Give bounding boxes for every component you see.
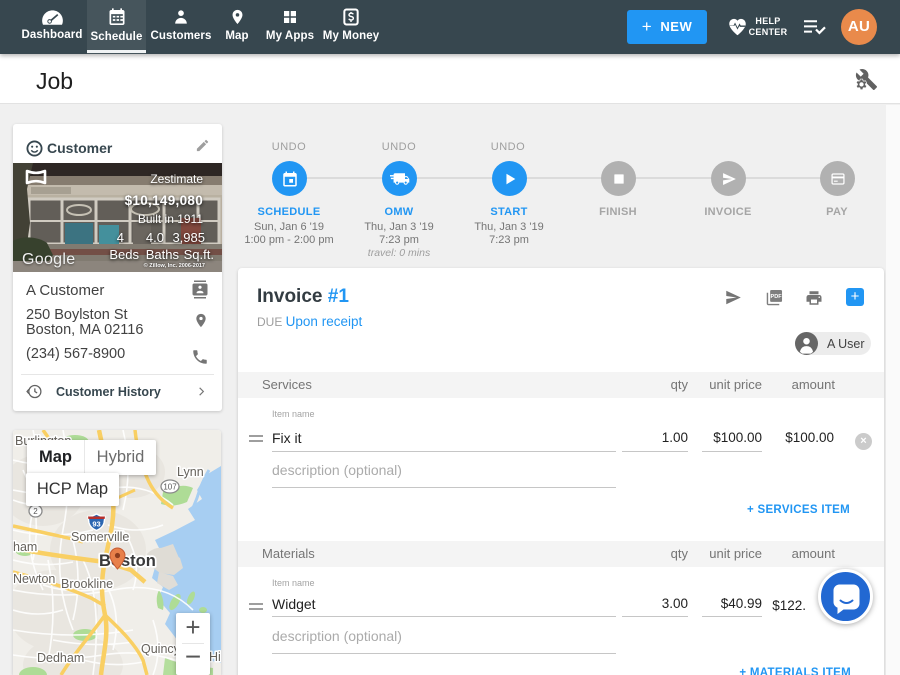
svg-text:Brookline: Brookline <box>61 577 113 591</box>
svg-text:107: 107 <box>163 483 177 492</box>
svg-text:2: 2 <box>33 507 38 516</box>
svg-text:Dedham: Dedham <box>37 651 84 665</box>
svg-text:Hi: Hi <box>209 650 221 664</box>
svg-text:Lynn: Lynn <box>177 465 204 479</box>
svg-text:PDF: PDF <box>771 294 783 300</box>
svg-text:Quincy: Quincy <box>141 642 181 656</box>
svg-text:Somerville: Somerville <box>71 530 129 544</box>
svg-text:Newton: Newton <box>13 572 55 586</box>
svg-text:93: 93 <box>92 520 100 529</box>
svg-text:ham: ham <box>13 540 37 554</box>
svg-text:Boston: Boston <box>99 552 156 570</box>
